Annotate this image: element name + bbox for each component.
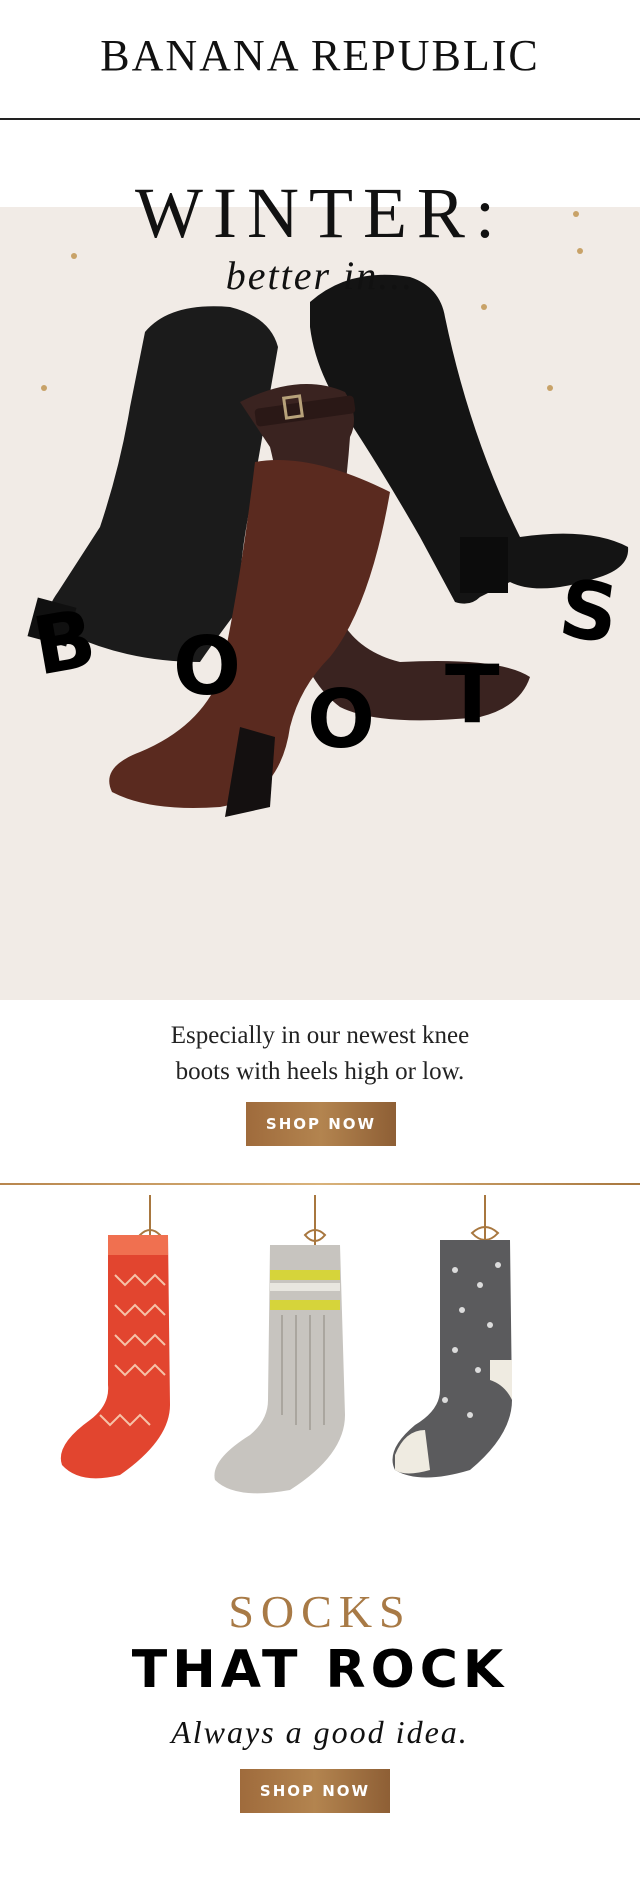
socks-headline: THAT ROCK	[131, 1640, 509, 1700]
brand-logo[interactable]: BANANA REPUBLIC	[0, 30, 640, 81]
grey-striped-sock	[214, 1245, 345, 1494]
boots-letter-s: S	[553, 561, 624, 662]
boots-letter-o2: O	[307, 673, 376, 766]
boots-copy-line-1: Especially in our newest knee	[170, 1022, 470, 1049]
red-fairisle-sock	[60, 1235, 171, 1479]
boots-illustration	[27, 274, 629, 817]
socks-tagline: Always a good idea.	[171, 1714, 469, 1750]
boots-hero-image[interactable]: B O O T S	[0, 207, 640, 1000]
boots-letter-t: T	[445, 648, 500, 741]
hero-title: WINTER:	[135, 173, 505, 253]
boots-copy-line-2: boots with heels high or low.	[175, 1058, 465, 1085]
socks-title: SOCKS	[228, 1586, 412, 1637]
email-header: BANANA REPUBLIC	[0, 0, 640, 120]
boots-letter-o1: O	[173, 620, 242, 713]
shop-now-boots-button[interactable]: SHOP NOW	[246, 1102, 396, 1146]
socks-illustration[interactable]	[0, 1185, 640, 1515]
boots-description: Especially in our newest knee boots with…	[0, 1018, 640, 1090]
shop-now-socks-button[interactable]: SHOP NOW	[240, 1769, 390, 1813]
header-divider	[0, 118, 640, 120]
hero-subtitle: better in...	[225, 253, 415, 298]
